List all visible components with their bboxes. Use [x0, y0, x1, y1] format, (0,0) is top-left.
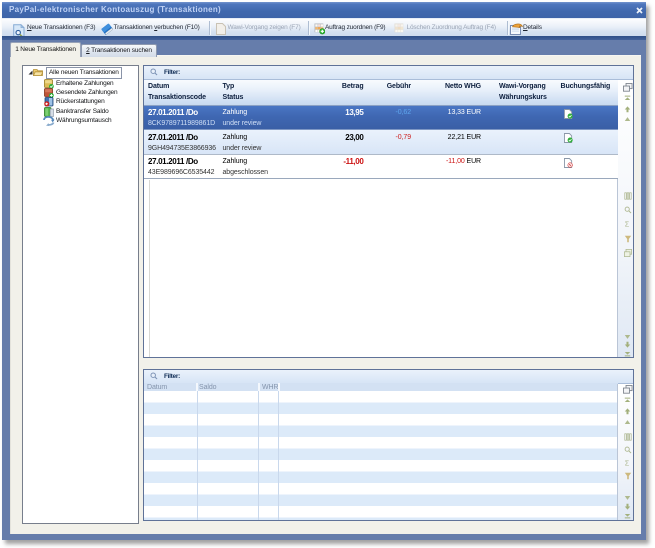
svg-text:Σ: Σ [624, 220, 629, 228]
svg-text:Σ: Σ [624, 459, 629, 467]
